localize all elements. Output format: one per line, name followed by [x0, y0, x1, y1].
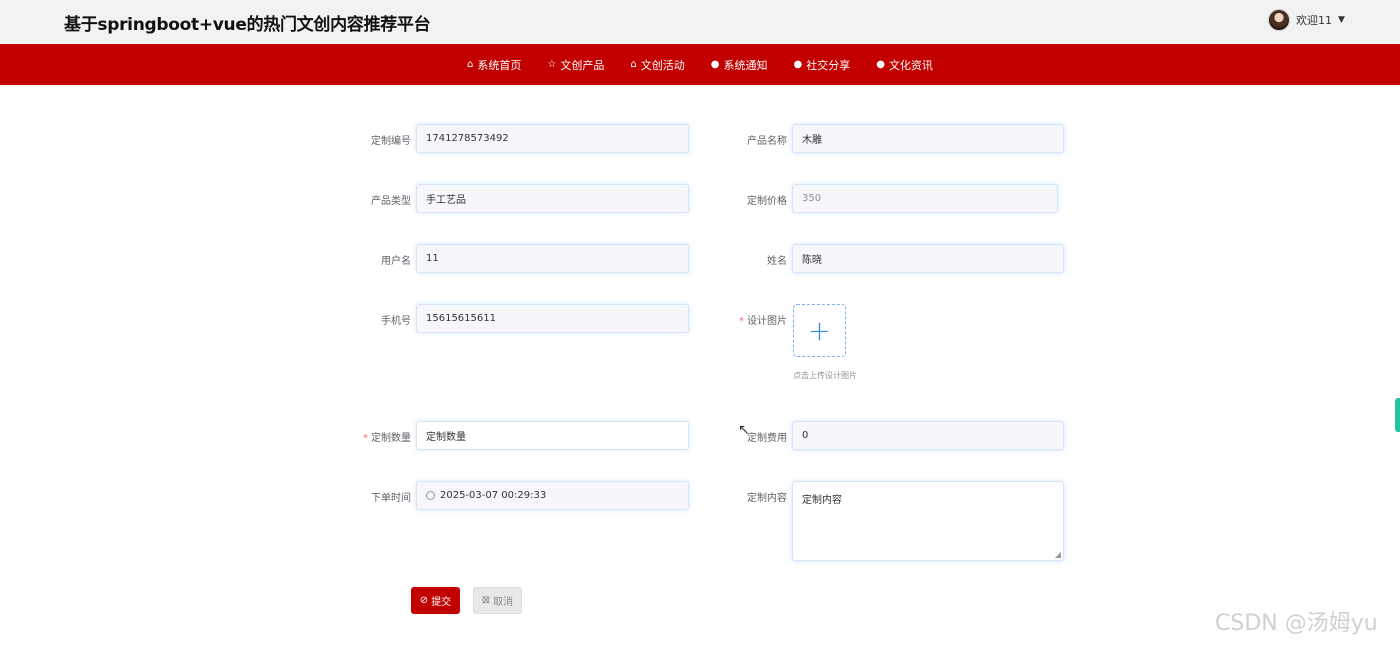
fee-label: 定制费用 [747, 433, 787, 444]
name-label: 姓名 [767, 256, 787, 267]
design-image-label: * 设计图片 [739, 316, 787, 327]
close-square-icon: ⊠ [481, 595, 491, 606]
nav-label: 文创产品 [560, 58, 605, 72]
clock-icon [426, 491, 435, 500]
user-menu[interactable]: 欢迎11 ▼ [1268, 9, 1345, 31]
plus-icon: + [807, 313, 832, 347]
star-icon: ☆ [547, 58, 557, 70]
username-label: 用户名 [381, 256, 411, 267]
side-tab[interactable] [1395, 398, 1400, 432]
upload-tip: 点击上传设计图片 [793, 371, 857, 380]
cancel-button[interactable]: ⊠ 取消 [473, 587, 522, 614]
product-type-field[interactable]: 手工艺品 [416, 184, 689, 213]
nav-label: 文化资讯 [888, 58, 933, 72]
info-icon: ● [710, 58, 720, 70]
order-time-label: 下单时间 [371, 493, 411, 504]
nav-item-notices[interactable]: ● 系统通知 [711, 57, 768, 73]
main-nav: ⌂ 系统首页 ☆ 文创产品 ⌂ 文创活动 ● 系统通知 ● 社交分享 ● 文化资… [0, 44, 1400, 85]
phone-label: 手机号 [381, 316, 411, 327]
design-image-upload[interactable]: + [793, 304, 846, 357]
nav-label: 系统通知 [723, 58, 768, 72]
avatar [1268, 9, 1290, 31]
content-label: 定制内容 [747, 493, 787, 504]
quantity-input[interactable]: 定制数量 [416, 421, 689, 450]
site-title: 基于springboot+vue的热门文创内容推荐平台 [64, 15, 431, 35]
fee-field[interactable]: 0 [792, 421, 1064, 450]
watermark: CSDN @汤姆yu [1215, 611, 1378, 636]
submit-label: 提交 [431, 597, 452, 608]
product-name-label: 产品名称 [747, 136, 787, 147]
product-name-field[interactable]: 木雕 [792, 124, 1064, 153]
nav-label: 文创活动 [640, 58, 685, 72]
quantity-label: * 定制数量 [363, 433, 411, 444]
user-greeting: 欢迎11 [1296, 14, 1332, 27]
cancel-label: 取消 [493, 597, 514, 608]
nav-item-social[interactable]: ● 社交分享 [793, 57, 850, 73]
content-placeholder: 定制内容 [802, 495, 842, 506]
name-field[interactable]: 陈晓 [792, 244, 1064, 273]
custom-no-label: 定制编号 [371, 136, 411, 147]
nav-item-activities[interactable]: ⌂ 文创活动 [630, 57, 684, 73]
username-field[interactable]: 11 [416, 244, 689, 273]
top-bar: 基于springboot+vue的热门文创内容推荐平台 欢迎11 ▼ [0, 0, 1400, 44]
order-time-field[interactable]: 2025-03-07 00:29:33 [416, 481, 689, 510]
nav-item-news[interactable]: ● 文化资讯 [876, 57, 933, 73]
custom-price-field[interactable]: 350 [792, 184, 1058, 213]
custom-price-label: 定制价格 [747, 196, 787, 207]
caret-down-icon: ▼ [1338, 15, 1345, 25]
phone-field[interactable]: 15615615611 [416, 304, 689, 333]
order-time-value: 2025-03-07 00:29:33 [440, 490, 547, 501]
required-mark: * [739, 316, 744, 327]
nav-label: 社交分享 [806, 58, 851, 72]
submit-button[interactable]: ⊘ 提交 [411, 587, 460, 614]
info-icon: ● [793, 58, 803, 70]
required-mark: * [363, 433, 368, 444]
bag-icon: ⌂ [630, 58, 637, 70]
resize-handle-icon[interactable]: ◢ [1055, 550, 1061, 559]
check-icon: ● [876, 58, 885, 70]
content-textarea[interactable]: 定制内容 ◢ [792, 481, 1064, 561]
nav-item-home[interactable]: ⌂ 系统首页 [467, 57, 521, 73]
custom-no-field[interactable]: 1741278573492 [416, 124, 689, 153]
product-type-label: 产品类型 [371, 196, 411, 207]
mouse-cursor-icon: ↖ [738, 422, 750, 438]
home-icon: ⌂ [467, 58, 474, 70]
nav-label: 系统首页 [477, 58, 522, 72]
nav-item-products[interactable]: ☆ 文创产品 [547, 57, 604, 73]
check-circle-icon: ⊘ [419, 595, 429, 606]
